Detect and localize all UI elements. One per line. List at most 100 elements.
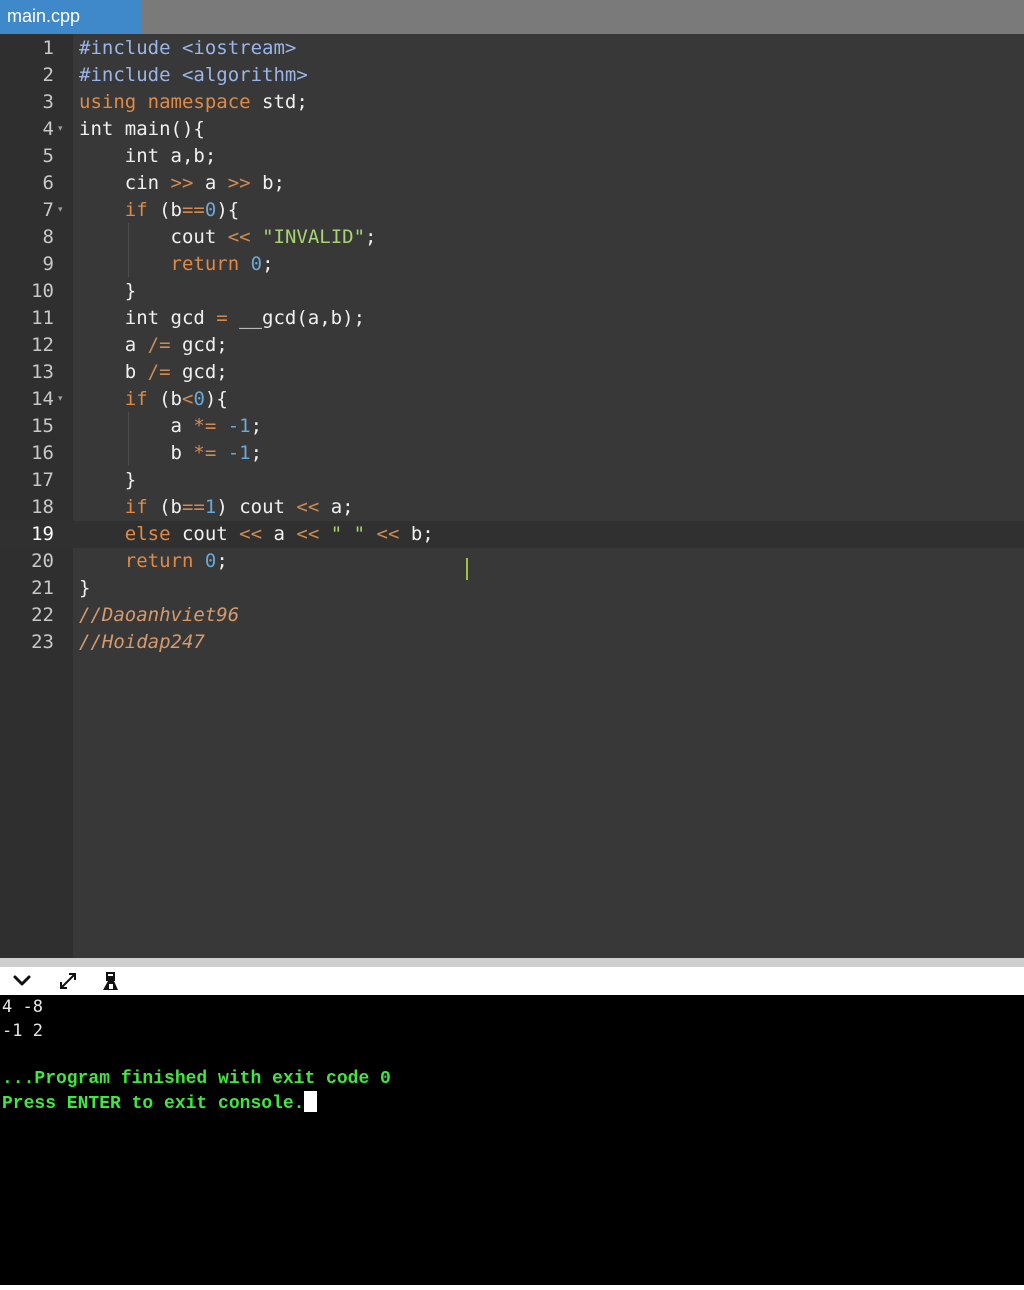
code-line[interactable]: 3 using namespace std; bbox=[0, 89, 1024, 116]
line-number: 18 bbox=[31, 496, 54, 518]
code-line[interactable]: 19 else cout << a << " " << b; bbox=[0, 521, 1024, 548]
fold-arrow-icon[interactable]: ▾ bbox=[58, 386, 63, 413]
line-number: 7 bbox=[42, 199, 54, 221]
code-token: a bbox=[193, 172, 228, 194]
code-text: return 0; bbox=[79, 251, 274, 278]
code-token: a bbox=[262, 523, 297, 545]
chevron-down-icon[interactable] bbox=[10, 970, 34, 992]
code-token: cin bbox=[79, 172, 171, 194]
code-line[interactable]: 5 int a,b; bbox=[0, 143, 1024, 170]
code-editor[interactable]: 1 #include <iostream> 2 #include <algorithm… bbox=[0, 34, 1024, 958]
code-token: <algorithm> bbox=[181, 64, 308, 86]
code-text: int main(){ bbox=[79, 116, 205, 143]
line-number: 12 bbox=[31, 334, 54, 356]
line-number: 16 bbox=[31, 442, 54, 464]
code-token: using bbox=[79, 91, 137, 113]
code-token: #include bbox=[79, 37, 171, 59]
code-line[interactable]: 1 #include <iostream> bbox=[0, 35, 1024, 62]
code-line[interactable]: 10 } bbox=[0, 278, 1024, 305]
code-token: *= bbox=[193, 415, 217, 437]
code-text: b *= -1; bbox=[79, 440, 263, 467]
code-token: "INVALID" bbox=[262, 226, 366, 248]
code-text: b /= gcd; bbox=[79, 359, 228, 386]
code-token: cout bbox=[170, 523, 240, 545]
code-text: if (b==1) cout << a; bbox=[79, 494, 354, 521]
code-text: //Daoanhviet96 bbox=[79, 602, 239, 629]
line-number: 2 bbox=[42, 64, 54, 86]
code-line[interactable]: 9 return 0; bbox=[0, 251, 1024, 278]
code-token: ){ bbox=[204, 388, 228, 410]
line-number: 22 bbox=[31, 604, 54, 626]
line-number: 13 bbox=[31, 361, 54, 383]
code-line[interactable]: 16 b *= -1; bbox=[0, 440, 1024, 467]
code-line[interactable]: 12 a /= gcd; bbox=[0, 332, 1024, 359]
code-token: a bbox=[79, 415, 194, 437]
fold-arrow-icon[interactable]: ▾ bbox=[58, 197, 63, 224]
code-token: //Hoidap247 bbox=[79, 631, 205, 653]
code-line[interactable]: 17 } bbox=[0, 467, 1024, 494]
code-text: //Hoidap247 bbox=[79, 629, 205, 656]
line-number: 19 bbox=[31, 523, 54, 545]
code-line[interactable]: 15 a *= -1; bbox=[0, 413, 1024, 440]
console-cursor bbox=[304, 1091, 318, 1112]
code-token: *= bbox=[193, 442, 217, 464]
code-token: (b bbox=[147, 199, 182, 221]
line-number: 21 bbox=[31, 577, 54, 599]
code-token: return bbox=[124, 550, 194, 572]
code-token: >> bbox=[227, 172, 251, 194]
code-line[interactable]: 18 if (b==1) cout << a; bbox=[0, 494, 1024, 521]
code-line[interactable]: 8 cout << "INVALID"; bbox=[0, 224, 1024, 251]
code-token: __gcd(a,b); bbox=[227, 307, 366, 329]
code-text: using namespace std; bbox=[79, 89, 308, 116]
code-token: >> bbox=[170, 172, 194, 194]
console-output[interactable]: 4 -8 -1 2 ...Program finished with exit … bbox=[0, 995, 1024, 1285]
console-toolbar bbox=[0, 967, 1024, 995]
bottom-border bbox=[0, 1285, 1024, 1290]
code-token: } bbox=[79, 280, 137, 302]
code-token: (b bbox=[147, 388, 182, 410]
code-text: if (b<0){ bbox=[79, 386, 228, 413]
code-token: ){ bbox=[216, 199, 240, 221]
code-line[interactable]: 4 ▾ int main(){ bbox=[0, 116, 1024, 143]
code-line[interactable]: 20 return 0; bbox=[0, 548, 1024, 575]
text-caret bbox=[466, 558, 468, 580]
line-number: 3 bbox=[42, 91, 54, 113]
code-line[interactable]: 7 ▾ if (b==0){ bbox=[0, 197, 1024, 224]
code-token: b; bbox=[250, 172, 285, 194]
code-text: int a,b; bbox=[79, 143, 217, 170]
code-line[interactable]: 23 //Hoidap247 bbox=[0, 629, 1024, 656]
code-token: -1 bbox=[227, 442, 251, 464]
code-token: b bbox=[79, 361, 148, 383]
code-line[interactable]: 13 b /= gcd; bbox=[0, 359, 1024, 386]
code-line[interactable]: 2 #include <algorithm> bbox=[0, 62, 1024, 89]
line-number: 9 bbox=[42, 253, 54, 275]
clear-console-icon[interactable] bbox=[98, 970, 122, 992]
code-token: = bbox=[216, 307, 228, 329]
code-token: -1 bbox=[227, 415, 251, 437]
code-line[interactable]: 22 //Daoanhviet96 bbox=[0, 602, 1024, 629]
code-line[interactable]: 6 cin >> a >> b; bbox=[0, 170, 1024, 197]
panel-splitter[interactable] bbox=[0, 958, 1024, 967]
fold-arrow-icon[interactable]: ▾ bbox=[58, 116, 63, 143]
code-token: (b bbox=[147, 496, 182, 518]
code-line[interactable]: 11 int gcd = __gcd(a,b); bbox=[0, 305, 1024, 332]
code-token: << bbox=[296, 523, 320, 545]
code-token: } bbox=[79, 577, 91, 599]
code-line[interactable]: 21} bbox=[0, 575, 1024, 602]
code-token: a bbox=[79, 334, 148, 356]
code-text: } bbox=[79, 467, 136, 494]
line-number: 20 bbox=[31, 550, 54, 572]
expand-icon[interactable] bbox=[56, 970, 80, 992]
code-line[interactable]: 14 ▾ if (b<0){ bbox=[0, 386, 1024, 413]
code-lines[interactable]: 1 #include <iostream> 2 #include <algorithm… bbox=[0, 34, 1024, 958]
code-token: if bbox=[124, 496, 148, 518]
code-token: gcd; bbox=[170, 361, 228, 383]
tab-main-cpp[interactable]: main.cpp bbox=[0, 0, 141, 34]
line-number: 6 bbox=[42, 172, 54, 194]
